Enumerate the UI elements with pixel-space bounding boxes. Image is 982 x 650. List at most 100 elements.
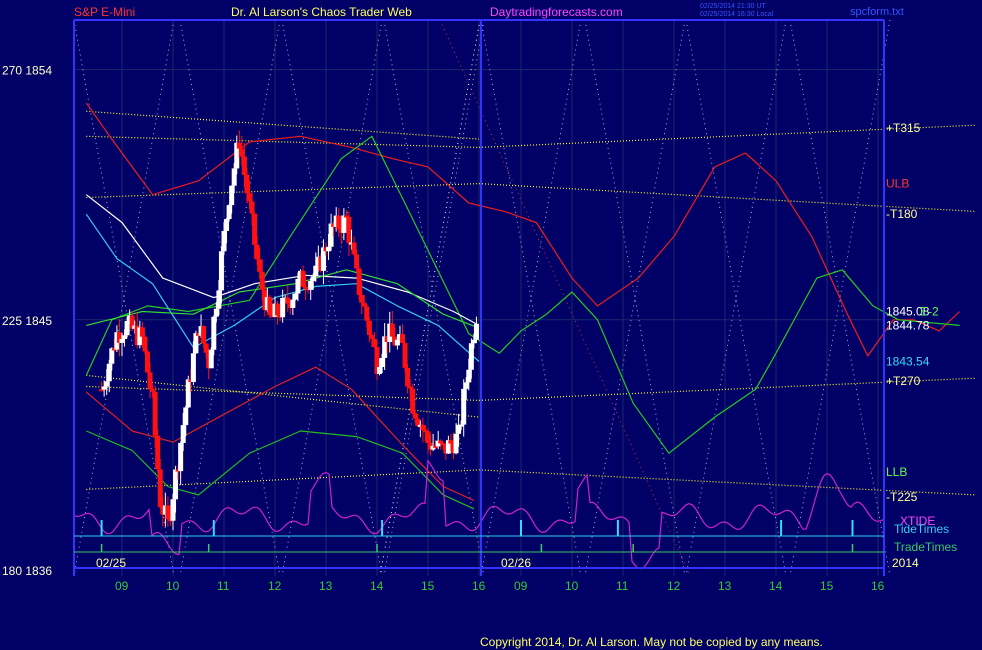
price-bar (203, 343, 209, 353)
price-bar (371, 338, 377, 348)
price-bar (412, 413, 418, 419)
right-label: +T270 (886, 374, 921, 388)
right-label: -T180 (886, 207, 918, 221)
price-bar (461, 388, 467, 425)
day-date-label: 02/25 (96, 556, 126, 570)
hour-tick-label: 12 (268, 579, 282, 593)
price-bar (208, 349, 214, 369)
hour-tick-label: 09 (115, 579, 129, 593)
price-bar (124, 321, 130, 336)
y-axis-label: 180 1836 (2, 564, 52, 578)
hour-tick-label: 16 (871, 579, 885, 593)
timestamp-ut: 02/25/2014 21:30 UT (700, 3, 766, 10)
file-name: spcform.txt (850, 6, 904, 18)
day-date-label: 02/26 (501, 556, 531, 570)
price-bar (247, 193, 252, 202)
price-bar (394, 339, 400, 346)
right-label: E-2 (920, 304, 939, 318)
price-bar (308, 281, 314, 290)
price-bar (366, 320, 372, 336)
price-bar (415, 418, 421, 426)
instrument-title: S&P E-Mini (74, 5, 135, 19)
price-bar (178, 442, 184, 472)
price-bar (101, 386, 107, 390)
price-bar (257, 259, 263, 272)
price-bar (216, 290, 222, 309)
price-bar (473, 323, 479, 340)
price-bar (275, 303, 281, 316)
price-bar (106, 363, 112, 382)
price-bar (226, 205, 232, 220)
price-bar (244, 174, 250, 194)
price-bar (402, 343, 408, 368)
price-bar (400, 334, 405, 344)
price-bar (241, 156, 247, 175)
price-bar (155, 435, 161, 470)
hour-tick-label: 14 (769, 579, 783, 593)
price-bar (109, 348, 115, 364)
price-bar (463, 382, 469, 389)
year-label: 2014 (892, 556, 919, 570)
price-bar (310, 276, 316, 282)
price-bar (259, 271, 265, 290)
price-bar (119, 339, 125, 343)
price-bar (290, 299, 296, 308)
hour-tick-label: 10 (565, 579, 579, 593)
y-axis-label: 225 1845 (2, 314, 52, 328)
price-bar (211, 316, 217, 350)
trade-times-label: TradeTimes (894, 540, 957, 554)
price-bar (351, 242, 357, 255)
price-bar (236, 142, 242, 149)
price-bar (145, 351, 150, 373)
price-bar (326, 246, 332, 252)
price-bar (458, 424, 464, 427)
price-bar (139, 327, 145, 337)
right-label: LLB (886, 465, 907, 479)
price-bar (267, 297, 273, 316)
price-bar (453, 433, 459, 454)
price-bar (468, 343, 474, 370)
price-bar (170, 499, 176, 521)
price-bar (405, 367, 411, 387)
price-bar (193, 333, 199, 354)
price-bar (285, 297, 291, 304)
hour-tick-label: 16 (472, 579, 486, 593)
hour-tick-label: 09 (514, 579, 528, 593)
price-bar (466, 369, 472, 383)
price-bar (361, 302, 367, 307)
price-bar (224, 219, 230, 231)
hour-tick-label: 13 (718, 579, 732, 593)
hour-tick-label: 10 (166, 579, 180, 593)
price-bar (147, 372, 153, 390)
hour-tick-label: 12 (667, 579, 681, 593)
price-bar (420, 424, 426, 431)
price-bar (341, 215, 347, 233)
hour-tick-label: 11 (217, 579, 230, 593)
timestamp-local: 02/25/2014 16:30 Local (700, 11, 774, 18)
site-url[interactable]: Daytradingforecasts.com (490, 5, 623, 19)
price-bar (389, 323, 395, 337)
price-bar (346, 216, 352, 244)
price-bar (183, 407, 189, 426)
hour-tick-label: 15 (421, 579, 435, 593)
tide-times-label: TideTimes (894, 522, 949, 536)
price-bar (448, 440, 454, 444)
price-bar (300, 270, 306, 287)
price-bar (173, 469, 179, 500)
right-label: ULB (886, 177, 909, 191)
price-bar (377, 366, 383, 375)
price-bar (295, 279, 301, 294)
right-label: 1844.78 (886, 318, 930, 332)
price-bar (185, 379, 191, 408)
price-bar (165, 505, 171, 520)
site-title: Dr. Al Larson's Chaos Trader Web (231, 5, 412, 19)
price-bar (364, 306, 370, 321)
price-bar (213, 308, 219, 317)
price-bar (180, 425, 186, 443)
y-axis-label: 270 1854 (2, 64, 52, 78)
price-bar (280, 298, 286, 318)
hour-tick-label: 15 (820, 579, 834, 593)
price-bar (354, 254, 360, 269)
copyright: Copyright 2014, Dr. Al Larson. May not b… (480, 635, 823, 649)
price-bar (407, 386, 413, 389)
